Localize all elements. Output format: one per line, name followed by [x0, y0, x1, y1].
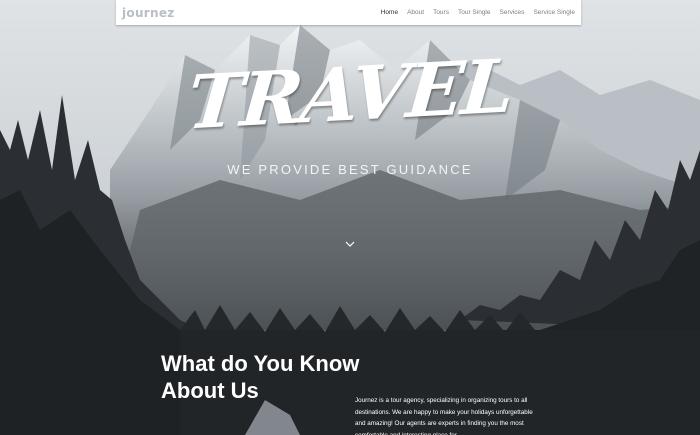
hero-section: journez Home About Tours Tour Single Ser…: [0, 0, 700, 435]
hero-subtitle: WE PROVIDE BEST GUIDANCE: [227, 162, 473, 177]
about-heading-line1: What do You Know: [161, 351, 360, 376]
chevron-down-icon: [345, 241, 355, 247]
nav-link-home[interactable]: Home: [381, 9, 398, 16]
about-description: Journez is a tour agency, specializing i…: [355, 397, 533, 435]
nav-link-about[interactable]: About: [407, 9, 424, 16]
nav-link-services[interactable]: Services: [500, 9, 525, 16]
nav-link-tours[interactable]: Tours: [433, 9, 449, 16]
top-navbar: journez Home About Tours Tour Single Ser…: [116, 0, 581, 25]
site-logo[interactable]: journez: [122, 6, 175, 20]
main-nav: Home About Tours Tour Single Services Se…: [381, 9, 575, 16]
nav-link-service-single[interactable]: Service Single: [533, 9, 575, 16]
scroll-down-button[interactable]: [343, 239, 357, 249]
nav-link-tour-single[interactable]: Tour Single: [458, 9, 491, 16]
